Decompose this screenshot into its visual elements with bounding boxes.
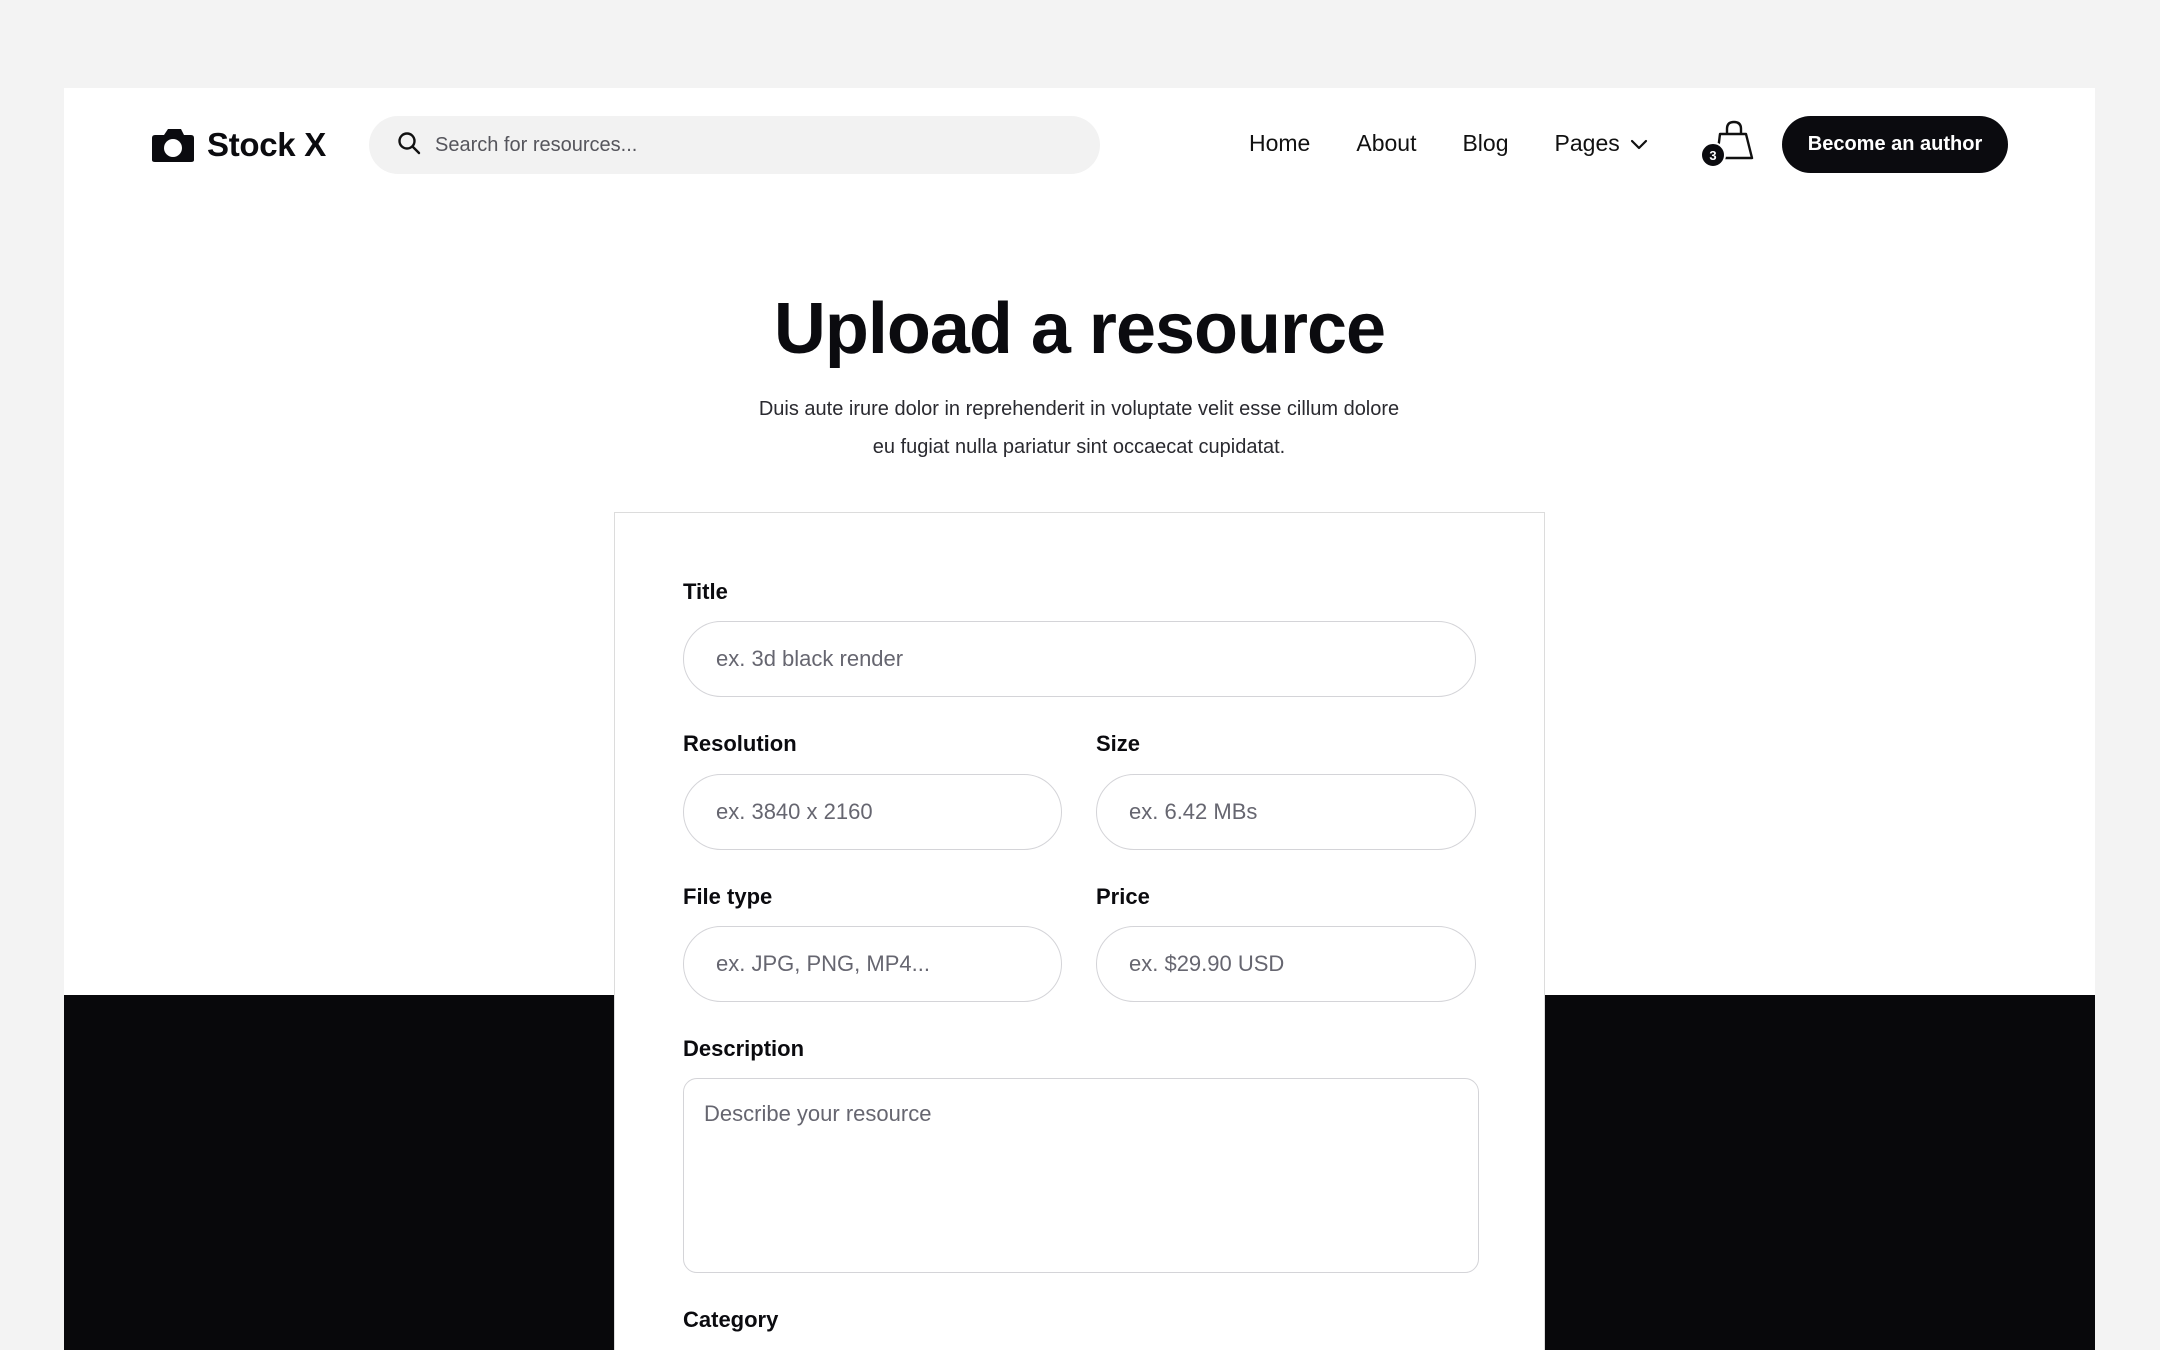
cart-count-badge: 3 (1700, 142, 1726, 168)
title-label: Title (683, 579, 728, 604)
nav-home[interactable]: Home (1249, 130, 1310, 157)
file-type-label: File type (683, 884, 773, 909)
search-bar[interactable] (369, 116, 1100, 174)
resolution-field[interactable] (683, 774, 1062, 850)
chevron-down-icon (1630, 130, 1648, 157)
nav-about[interactable]: About (1356, 130, 1416, 157)
title-field[interactable] (683, 621, 1476, 697)
price-label: Price (1096, 884, 1150, 909)
logo-text: Stock X (207, 126, 326, 163)
search-input[interactable] (435, 133, 1035, 157)
search-icon (397, 131, 421, 160)
nav-blog[interactable]: Blog (1462, 130, 1508, 157)
price-field[interactable] (1096, 926, 1476, 1002)
description-textarea[interactable] (683, 1078, 1479, 1273)
camera-icon (151, 127, 195, 163)
upload-form-card: Title Resolution Size File type Price De… (614, 512, 1545, 1350)
page-frame: Stock X Home About Blog Pages (64, 88, 2095, 1350)
size-label: Size (1096, 731, 1141, 756)
page-title: Upload a resource (773, 289, 1386, 369)
cart-button[interactable]: 3 (1700, 120, 1756, 172)
logo[interactable]: Stock X (151, 126, 326, 164)
main-nav: Home About Blog Pages (1249, 130, 1648, 157)
size-field[interactable] (1096, 774, 1476, 850)
subtitle-line-2: eu fugiat nulla pariatur sint occaecat c… (872, 436, 1286, 458)
nav-pages-dropdown[interactable]: Pages (1555, 130, 1648, 157)
nav-pages-label: Pages (1554, 130, 1620, 156)
resolution-label: Resolution (683, 731, 797, 756)
become-author-button[interactable]: Become an author (1782, 116, 2008, 173)
category-label: Category (683, 1307, 779, 1332)
description-label: Description (683, 1036, 805, 1061)
subtitle-line-1: Duis aute irure dolor in reprehenderit i… (758, 398, 1400, 420)
file-type-field[interactable] (683, 926, 1062, 1002)
page-subtitle: Duis aute irure dolor in reprehenderit i… (729, 390, 1429, 466)
